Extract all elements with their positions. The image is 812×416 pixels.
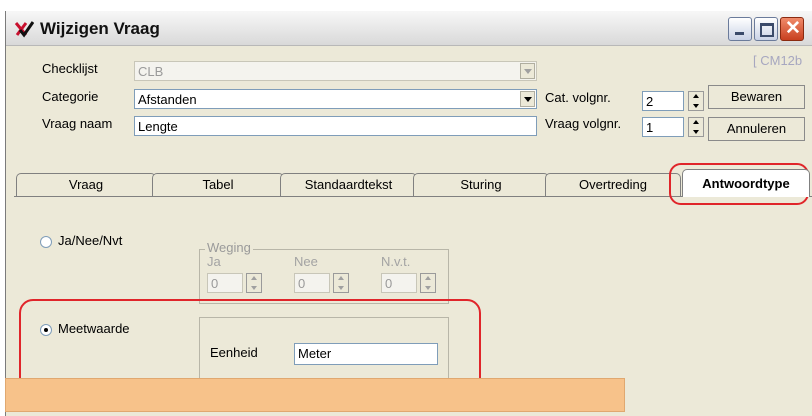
tab-antwoordtype[interactable]: Antwoordtype [682,169,810,197]
title-bar[interactable]: Wijzigen Vraag ✕ [6,11,812,46]
weight-no-value: 0 [298,276,306,291]
category-value: Afstanden [138,92,197,107]
chevron-down-icon [520,63,535,79]
weight-yes-value: 0 [211,276,219,291]
weight-na-value: 0 [385,276,393,291]
checkmark-x-icon [14,21,34,38]
unit-value: Meter [298,346,332,361]
cat-order-input[interactable]: 2 [642,91,684,111]
window-title: Wijzigen Vraag [40,19,160,38]
weight-na-stepper [420,273,436,293]
edit-question-window: Wijzigen Vraag ✕ [ CM12b Checklijst CLB … [5,11,812,416]
chevron-down-icon[interactable] [520,91,535,107]
minimize-icon[interactable] [728,17,752,41]
maximize-icon[interactable] [754,17,778,41]
tab-tabel[interactable]: Tabel [152,173,284,197]
unit-label: Eenheid [210,345,258,360]
cat-order-stepper[interactable] [688,91,704,111]
tab-overtreding[interactable]: Overtreding [545,173,681,197]
question-order-input[interactable]: 1 [642,117,684,137]
tab-sturing[interactable]: Sturing [413,173,549,197]
question-name-value: Lengte [138,119,178,134]
weight-yes-stepper [246,273,262,293]
question-order-label: Vraag volgnr. [545,116,622,131]
question-order-stepper[interactable] [688,117,704,137]
weight-yes-label: Ja [207,254,221,269]
tab-standaardtekst[interactable]: Standaardtekst [280,173,417,197]
weight-no-label: Nee [294,254,318,269]
category-combo[interactable]: Afstanden [134,89,537,109]
cat-order-value: 2 [646,94,654,109]
tab-vraag[interactable]: Vraag [16,173,156,197]
yes-no-radio[interactable] [40,236,52,248]
weight-yes-input: 0 [207,273,243,293]
screen-code: [ CM12b [753,53,803,68]
save-button[interactable]: Bewaren [708,85,805,109]
weight-no-stepper [333,273,349,293]
measure-label: Meetwaarde [58,321,130,336]
checklist-value: CLB [138,64,164,79]
checklist-combo: CLB [134,61,537,81]
close-icon[interactable]: ✕ [780,17,804,41]
unit-input[interactable]: Meter [294,343,438,365]
overlay-bar [5,378,625,412]
category-label: Categorie [42,89,99,104]
weight-no-input: 0 [294,273,330,293]
checklist-label: Checklijst [42,61,98,76]
question-name-label: Vraag naam [42,116,113,131]
tab-strip: Vraag Tabel Standaardtekst Sturing Overt… [14,169,812,197]
weighting-legend: Weging [205,240,253,255]
measure-radio[interactable] [40,324,52,336]
question-name-input[interactable]: Lengte [134,116,537,136]
question-order-value: 1 [646,120,654,135]
cancel-button[interactable]: Annuleren [708,117,805,141]
weight-na-label: N.v.t. [381,254,411,269]
cat-order-label: Cat. volgnr. [545,90,611,105]
yes-no-label: Ja/Nee/Nvt [58,233,123,248]
weight-na-input: 0 [381,273,417,293]
